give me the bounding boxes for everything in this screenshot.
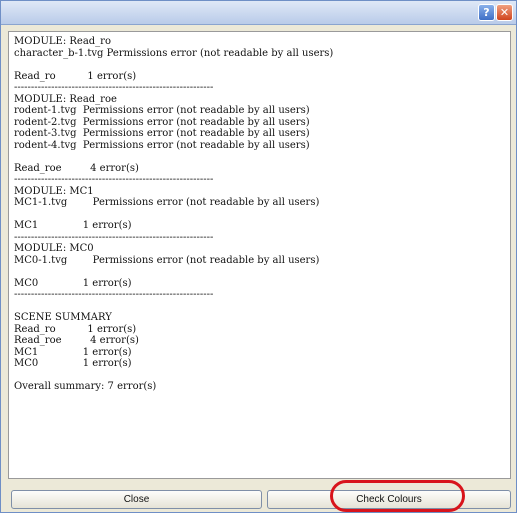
close-button[interactable]: Close [11,490,262,509]
log-line: rodent-4.tvg Permissions error (not read… [14,139,310,151]
log-line: Overall summary: 7 error(s) [14,381,157,392]
log-line: MODULE: Read_ro [14,36,111,47]
log-line: MODULE: MC0 [14,243,94,254]
log-line: ----------------------------------------… [14,82,214,93]
log-line: MC1 1 error(s) [14,220,132,231]
log-line: ----------------------------------------… [14,289,214,300]
title-bar: ? ✕ [1,1,516,25]
log-line: Read_roe 4 error(s) [14,162,139,174]
log-line: rodent-3.tvg Permissions error (not read… [14,128,310,139]
button-bar: Close Check Colours [1,488,516,512]
log-line: MC0 1 error(s) [14,277,132,289]
report-log: MODULE: Read_ro character_b-1.tvg Permiss… [9,32,510,393]
close-icon[interactable]: ✕ [496,4,513,21]
log-line: MC1-1.tvg Permissions error (not readabl… [14,197,320,208]
help-icon[interactable]: ? [478,4,495,21]
log-line: MODULE: MC1 [14,185,94,197]
log-line: rodent-1.tvg Permissions error (not read… [14,105,310,116]
log-line: rodent-2.tvg Permissions error (not read… [14,116,310,128]
log-line: SCENE SUMMARY [14,312,112,323]
dialog-window: ? ✕ MODULE: Read_ro character_b-1.tvg Per… [0,0,517,513]
log-line: Read_ro 1 error(s) [14,323,137,335]
log-line: Read_roe 4 error(s) [14,335,139,346]
report-text-area[interactable]: MODULE: Read_ro character_b-1.tvg Permiss… [8,31,511,479]
check-colours-button[interactable]: Check Colours [267,490,511,509]
log-line: character_b-1.tvg Permissions error (not… [14,47,334,59]
log-line: Read_ro 1 error(s) [14,70,137,82]
log-line: MC0 1 error(s) [14,358,132,369]
log-line: ----------------------------------------… [14,231,214,243]
log-line: MC0-1.tvg Permissions error (not readabl… [14,254,320,266]
log-line: MC1 1 error(s) [14,346,132,358]
log-line: MODULE: Read_roe [14,93,117,105]
log-line: ----------------------------------------… [14,174,214,185]
